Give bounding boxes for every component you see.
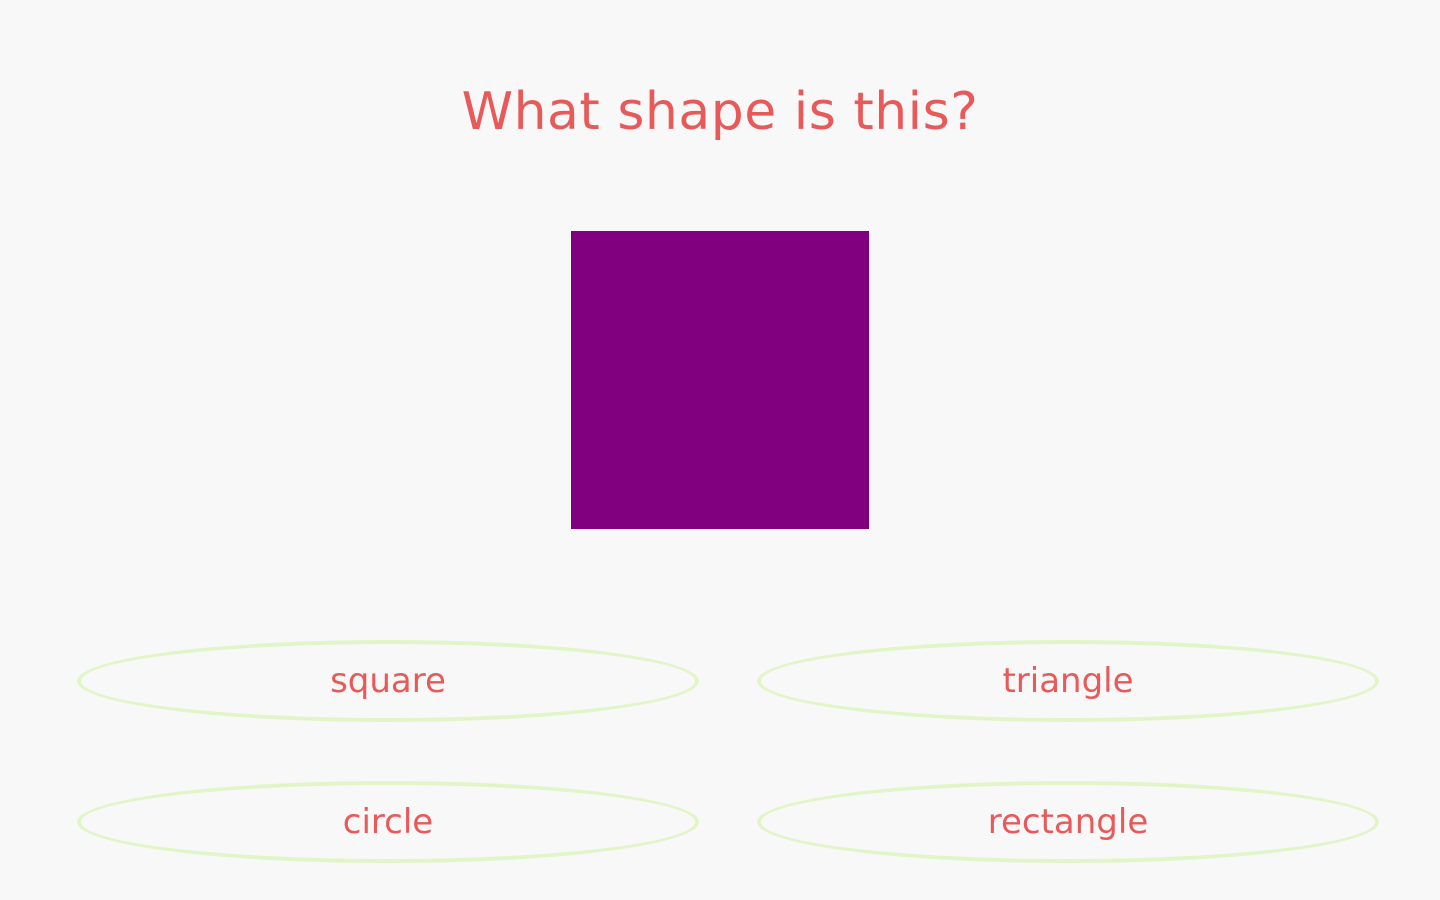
answer-label: square [330, 661, 446, 701]
answer-label: rectangle [987, 802, 1149, 842]
question-title: What shape is this? [461, 82, 979, 142]
quiz-page: What shape is this? square triangle circ… [0, 0, 1440, 900]
answer-button-rectangle[interactable]: rectangle [757, 781, 1379, 863]
answer-button-circle[interactable]: circle [77, 781, 699, 863]
answer-label: triangle [1002, 661, 1134, 701]
answer-button-square[interactable]: square [77, 640, 699, 722]
answer-button-triangle[interactable]: triangle [757, 640, 1379, 722]
square-shape [571, 231, 869, 529]
shape-fill [571, 231, 869, 529]
answer-label: circle [342, 802, 434, 842]
